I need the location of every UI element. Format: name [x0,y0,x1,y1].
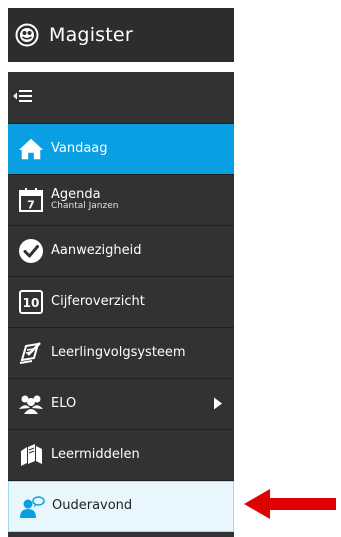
sidebar-item-label: Aanwezigheid [51,242,142,258]
expand-chevron-right-icon[interactable] [214,395,222,414]
books-icon [18,442,44,468]
check-circle-icon [18,238,44,264]
sidebar-item-leermiddelen[interactable]: Leermiddelen [8,430,234,481]
sidebar-collapse-button[interactable] [8,72,234,124]
parent-chat-icon [19,494,45,520]
app-title: Magister [49,24,133,46]
sidebar-item-label: Agenda [51,186,101,202]
app-header: Magister [8,8,234,62]
sidebar-item-label: Vandaag [51,140,108,156]
sidebar-item-sublabel: Chantal Janzen [51,201,119,212]
calendar-icon: 7 [18,187,44,213]
sidebar-item-elo[interactable]: ELO [8,379,234,430]
sidebar-item-label: Leermiddelen [51,446,140,462]
sidebar-item-agenda[interactable]: 7 Agenda Chantal Janzen [8,175,234,226]
magister-logo-icon[interactable] [15,23,39,47]
home-icon [18,136,44,162]
sidebar-item-cijferoverzicht[interactable]: 10 Cijferoverzicht [8,277,234,328]
sidebar-item-aanwezigheid[interactable]: Aanwezigheid [8,226,234,277]
sidebar-item-ouderavond[interactable]: Ouderavond [8,481,234,532]
sidebar-item-label: Ouderavond [52,498,133,514]
sidebar-item-label: ELO [51,395,77,411]
pen-book-icon [18,340,44,366]
grade-value: 10 [23,296,40,310]
sidebar-item-label: Leerlingvolgsysteem [51,344,186,360]
collapse-menu-icon [13,88,33,107]
group-people-icon [18,391,44,417]
grade-10-icon: 10 [18,289,44,315]
calendar-day-number: 7 [27,199,35,212]
sidebar-item-leerlingvolgsysteem[interactable]: Leerlingvolgsysteem [8,328,234,379]
sidebar-item-label: Cijferoverzicht [51,293,145,309]
sidebar: Vandaag 7 Agenda Chantal Janzen Aanwezig… [8,72,234,537]
sidebar-item-vandaag[interactable]: Vandaag [8,124,234,175]
red-pointer-arrow-icon [244,489,336,519]
